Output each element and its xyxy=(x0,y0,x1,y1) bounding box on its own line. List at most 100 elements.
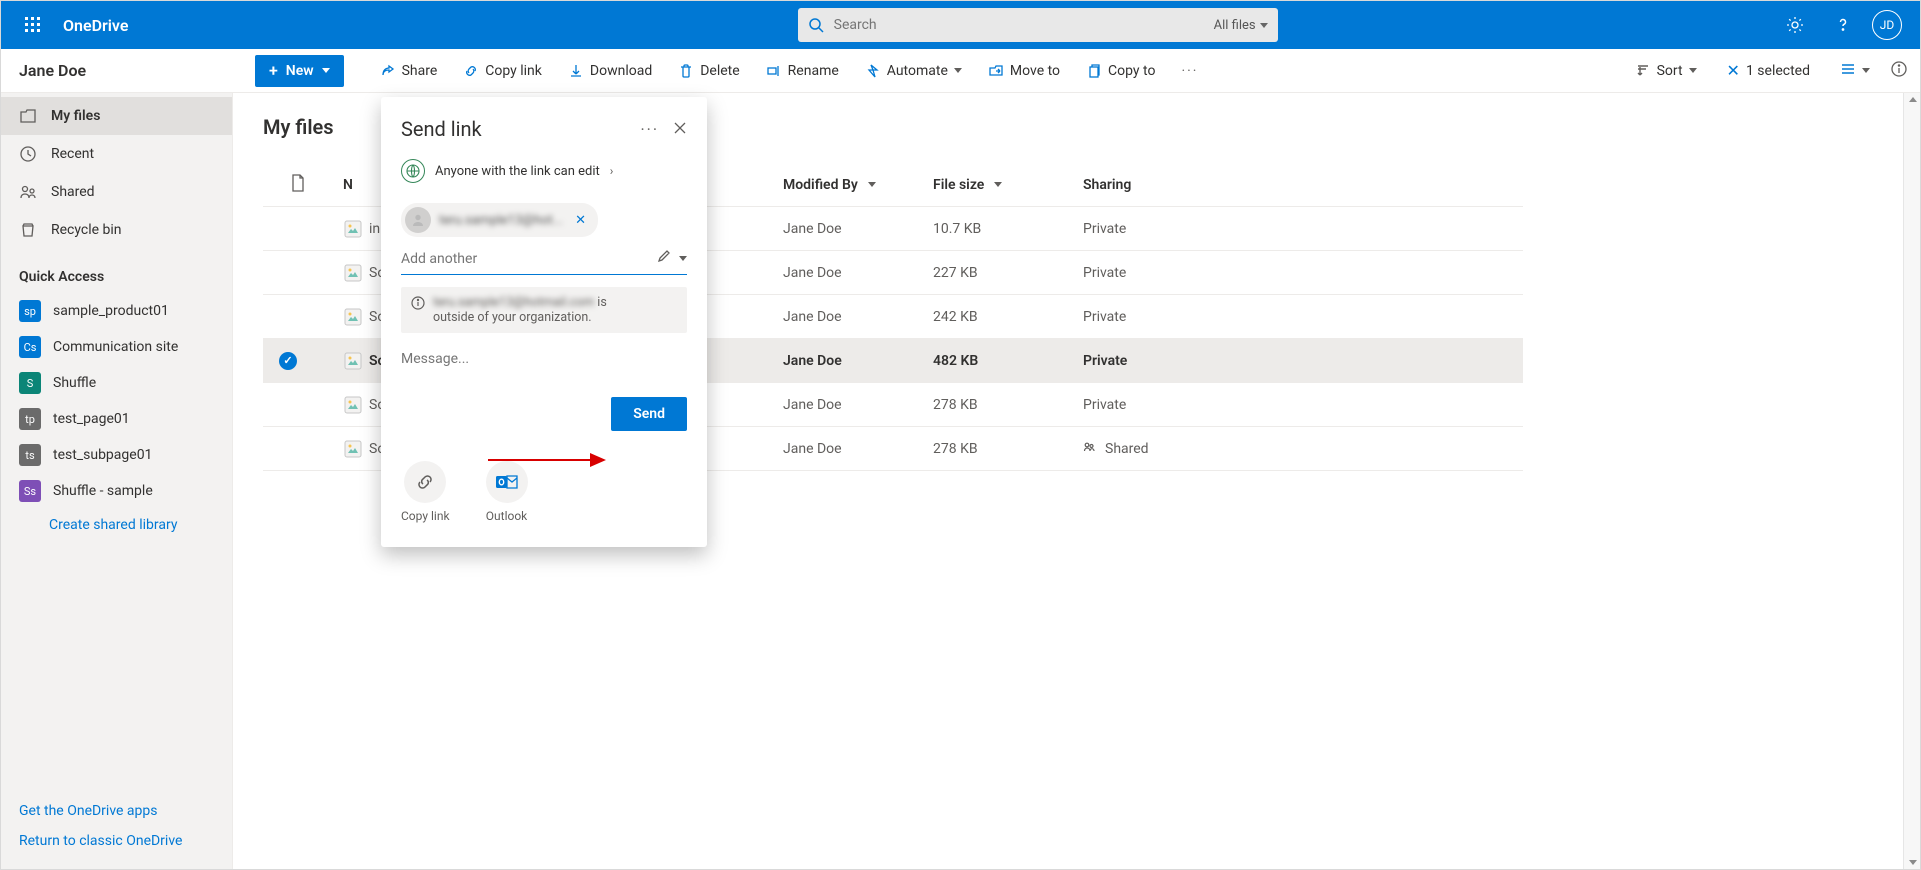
quick-access-item[interactable]: SShuffle xyxy=(1,365,232,401)
file-size: 278 KB xyxy=(933,441,1083,457)
vertical-scrollbar[interactable] xyxy=(1903,93,1920,869)
cmd-copy-link[interactable]: Copy link xyxy=(453,55,552,87)
quick-access-item[interactable]: Ss Shuffle - sample xyxy=(1,473,232,509)
qa-label: sample_product01 xyxy=(53,303,169,319)
chevron-down-icon xyxy=(954,68,962,73)
cmd-download[interactable]: Download xyxy=(558,55,662,87)
quick-access-heading: Quick Access xyxy=(1,249,232,293)
list-view-icon xyxy=(1840,61,1856,81)
cmd-share[interactable]: Share xyxy=(370,55,448,87)
cmd-rename-label: Rename xyxy=(788,63,839,79)
send-button[interactable]: Send xyxy=(611,397,687,431)
app-launcher-button[interactable] xyxy=(9,1,57,49)
checkmark-icon: ✓ xyxy=(279,352,297,370)
user-initials: JD xyxy=(1880,18,1895,32)
quick-access-item[interactable]: spsample_product01 xyxy=(1,293,232,329)
dialog-title: Send link xyxy=(401,117,482,141)
copy-link-action[interactable]: Copy link xyxy=(401,461,450,523)
link-settings-button[interactable]: Anyone with the link can edit › xyxy=(401,159,687,183)
col-file-size[interactable]: File size xyxy=(933,177,984,193)
permission-button[interactable] xyxy=(656,249,671,268)
add-recipient-input[interactable] xyxy=(401,251,648,267)
search-scope-dropdown[interactable]: All files xyxy=(1214,18,1268,33)
cmd-delete[interactable]: Delete xyxy=(668,55,749,87)
nav-icon xyxy=(19,145,37,163)
cmd-move-to[interactable]: Move to xyxy=(978,55,1070,87)
site-icon: Ss xyxy=(19,480,41,502)
search-icon xyxy=(808,17,824,33)
info-icon xyxy=(1890,60,1908,78)
site-icon: ts xyxy=(19,444,41,466)
user-avatar[interactable]: JD xyxy=(1872,10,1902,40)
chevron-down-icon xyxy=(1260,23,1268,28)
message-input[interactable] xyxy=(401,351,687,367)
chevron-down-icon xyxy=(322,68,330,73)
remove-recipient-button[interactable]: ✕ xyxy=(571,213,590,228)
site-icon: Cs xyxy=(19,336,41,358)
cmd-rename[interactable]: Rename xyxy=(756,55,849,87)
dialog-close-button[interactable] xyxy=(673,120,687,139)
col-modified-by[interactable]: Modified By xyxy=(783,177,858,193)
file-size: 227 KB xyxy=(933,265,1083,281)
outlook-label: Outlook xyxy=(486,509,527,523)
create-shared-library-link[interactable]: Create shared library xyxy=(1,509,232,533)
quick-access-item[interactable]: tstest_subpage01 xyxy=(1,437,232,473)
cmd-download-label: Download xyxy=(590,63,652,79)
nav-label: Shared xyxy=(51,184,95,200)
cmd-move-to-label: Move to xyxy=(1010,63,1060,79)
classic-view-link[interactable]: Return to classic OneDrive xyxy=(19,833,214,849)
help-button[interactable] xyxy=(1824,6,1862,44)
search-input[interactable] xyxy=(824,17,1214,33)
file-modified-by: Jane Doe xyxy=(783,309,933,325)
col-sharing[interactable]: Sharing xyxy=(1083,177,1131,193)
cmd-share-label: Share xyxy=(402,63,438,79)
sidebar-item-recycle-bin[interactable]: Recycle bin xyxy=(1,211,232,249)
sidebar-item-shared[interactable]: Shared xyxy=(1,173,232,211)
view-toggle[interactable] xyxy=(1830,55,1880,87)
quick-access-item[interactable]: tptest_page01 xyxy=(1,401,232,437)
sort-button[interactable]: Sort xyxy=(1625,55,1707,87)
qa-label: Shuffle - sample xyxy=(53,483,153,499)
file-modified-by: Jane Doe xyxy=(783,397,933,413)
copy-link-label: Copy link xyxy=(401,509,450,523)
chevron-down-icon xyxy=(679,256,687,261)
file-modified-by: Jane Doe xyxy=(783,221,933,237)
download-icon xyxy=(568,63,584,79)
quick-access-item[interactable]: CsCommunication site xyxy=(1,329,232,365)
file-sharing: Private xyxy=(1083,353,1253,369)
brand-name[interactable]: OneDrive xyxy=(63,16,128,35)
outlook-action[interactable]: Outlook xyxy=(486,461,528,523)
app-header: OneDrive All files JD xyxy=(1,1,1920,49)
sidebar-item-my-files[interactable]: My files xyxy=(1,97,232,135)
recipient-chip[interactable]: teru.sample13@hot... ✕ xyxy=(401,203,598,237)
file-icon xyxy=(343,263,363,283)
move-icon xyxy=(988,63,1004,79)
help-icon xyxy=(1833,15,1853,35)
get-apps-link[interactable]: Get the OneDrive apps xyxy=(19,803,214,819)
chevron-down-icon xyxy=(868,182,876,187)
command-bar: Jane Doe + New Share Copy link Download … xyxy=(1,49,1920,93)
nav-label: My files xyxy=(51,108,100,124)
col-name[interactable]: N xyxy=(343,177,353,193)
settings-button[interactable] xyxy=(1776,6,1814,44)
sidebar-item-recent[interactable]: Recent xyxy=(1,135,232,173)
chevron-down-icon xyxy=(994,182,1002,187)
clear-selection[interactable]: ✕ 1 selected xyxy=(1717,55,1820,87)
file-icon xyxy=(343,219,363,239)
search-box[interactable]: All files xyxy=(798,8,1278,42)
file-icon xyxy=(343,439,363,459)
trash-icon xyxy=(678,63,694,79)
sort-label: Sort xyxy=(1657,63,1683,79)
chevron-right-icon: › xyxy=(610,164,614,178)
globe-icon xyxy=(401,159,425,183)
dialog-more-button[interactable]: ··· xyxy=(640,120,659,139)
file-modified-by: Jane Doe xyxy=(783,265,933,281)
cmd-automate[interactable]: Automate xyxy=(855,55,972,87)
new-button[interactable]: + New xyxy=(255,55,344,87)
details-pane-button[interactable] xyxy=(1890,60,1908,82)
cmd-overflow[interactable]: ··· xyxy=(1171,55,1208,87)
send-link-dialog: Send link ··· Anyone with the link can e… xyxy=(381,97,707,547)
search-scope-label: All files xyxy=(1214,18,1256,33)
cmd-copy-to[interactable]: Copy to xyxy=(1076,55,1165,87)
info-icon xyxy=(411,296,425,314)
